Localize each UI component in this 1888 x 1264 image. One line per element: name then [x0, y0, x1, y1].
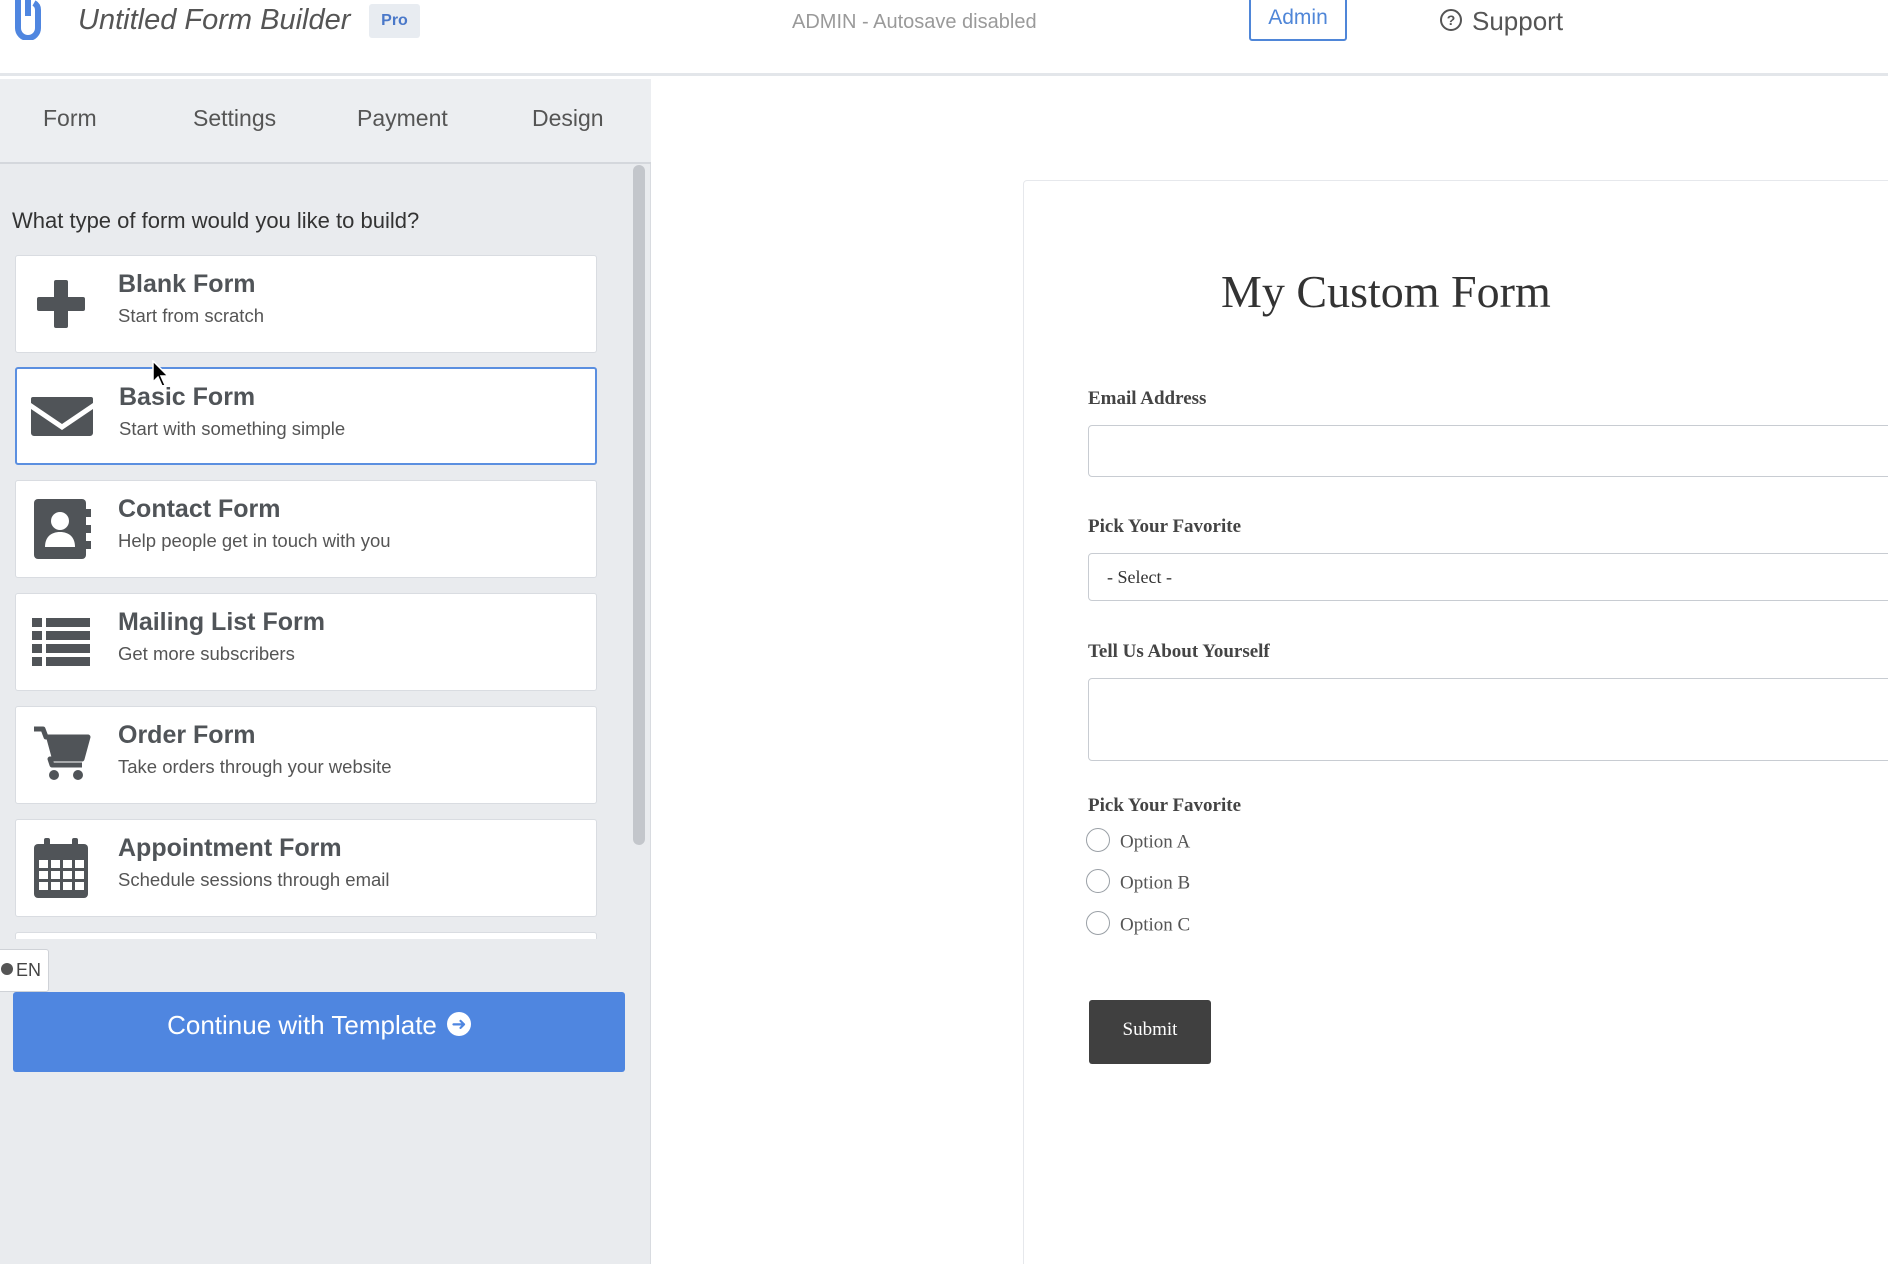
textarea-label: Tell Us About Yourself [1088, 641, 1270, 662]
template-list[interactable]: What type of form would you like to buil… [0, 166, 651, 939]
scrollbar-thumb[interactable] [633, 165, 645, 845]
left-panel: Form Settings Payment Design What type o… [0, 79, 651, 1264]
arrow-right-circle-icon: ➜ [446, 1012, 471, 1037]
template-card-contact[interactable]: Contact Form Help people get in touch wi… [15, 480, 597, 578]
mouse-cursor-icon [152, 360, 170, 387]
template-card-order[interactable]: Order Form Take orders through your webs… [15, 706, 597, 804]
preview-form-title: My Custom Form [1221, 266, 1551, 317]
template-card-blank[interactable]: Blank Form Start from scratch [15, 255, 597, 353]
tab-settings[interactable]: Settings [193, 105, 276, 132]
radio-option-label: Option C [1120, 914, 1191, 936]
template-title: Order Form [118, 721, 256, 749]
template-card-basic[interactable]: Basic Form Start with something simple [15, 367, 597, 465]
template-title: Basic Form [119, 383, 256, 411]
template-subtitle: Get more subscribers [118, 643, 295, 664]
form-preview: My Custom Form Email Address Pick Your F… [651, 79, 1888, 1264]
app-logo-icon[interactable] [12, 0, 42, 40]
language-selector[interactable]: EN [0, 949, 49, 992]
language-label: EN [16, 960, 42, 980]
select-label: Pick Your Favorite [1088, 516, 1242, 537]
email-field[interactable] [1088, 425, 1888, 477]
continue-with-template-button[interactable]: Continue with Template ➜ [13, 992, 625, 1072]
radio-option-label: Option B [1120, 872, 1191, 894]
template-title: Appointment Form [118, 834, 342, 862]
address-book-icon [34, 499, 91, 559]
calendar-icon [34, 838, 88, 898]
template-card-mailing-list[interactable]: Mailing List Form Get more subscribers [15, 593, 597, 691]
radio-option-b[interactable]: Option B [1086, 869, 1191, 896]
favorite-select[interactable]: - Select - [1088, 553, 1888, 601]
plus-icon [37, 280, 85, 328]
template-title: Mailing List Form [118, 608, 325, 636]
about-textarea[interactable] [1088, 678, 1888, 761]
tab-form[interactable]: Form [43, 105, 97, 132]
globe-icon [1, 963, 13, 976]
template-title: Blank Form [118, 270, 256, 298]
top-bar: Untitled Form Builder Pro ADMIN - Autosa… [0, 0, 1888, 76]
radio-option-c[interactable]: Option C [1086, 911, 1191, 938]
tab-bar: Form Settings Payment Design [0, 79, 651, 164]
template-title: Contact Form [118, 495, 281, 523]
support-label: Support [1472, 6, 1564, 36]
form-title-field[interactable]: Untitled Form Builder [78, 4, 350, 37]
tab-payment[interactable]: Payment [357, 105, 448, 132]
template-question: What type of form would you like to buil… [12, 208, 420, 233]
submit-button[interactable]: Submit [1089, 1000, 1211, 1064]
template-subtitle: Schedule sessions through email [118, 869, 390, 890]
radio-option-label: Option A [1120, 831, 1191, 853]
tab-design[interactable]: Design [532, 105, 604, 132]
continue-label: Continue with Template [167, 1010, 437, 1040]
admin-button[interactable]: Admin [1249, 0, 1347, 41]
radio-circle[interactable] [1086, 911, 1110, 935]
radio-option-a[interactable]: Option A [1086, 828, 1191, 855]
autosave-status: ADMIN - Autosave disabled [792, 11, 1037, 33]
support-link[interactable]: ? Support [1440, 6, 1563, 37]
radio-group-label: Pick Your Favorite [1088, 795, 1242, 816]
radio-circle[interactable] [1086, 869, 1110, 893]
help-icon: ? [1440, 9, 1462, 32]
template-card-next[interactable] [15, 932, 597, 939]
email-label: Email Address [1088, 388, 1207, 409]
template-subtitle: Take orders through your website [118, 756, 392, 777]
cart-icon [34, 726, 91, 780]
template-subtitle: Help people get in touch with you [118, 530, 391, 551]
radio-circle[interactable] [1086, 828, 1110, 852]
template-subtitle: Start with something simple [119, 418, 346, 439]
template-subtitle: Start from scratch [118, 305, 264, 326]
list-icon [32, 618, 90, 666]
template-card-appointment[interactable]: Appointment Form Schedule sessions throu… [15, 819, 597, 917]
pro-badge: Pro [369, 4, 420, 38]
envelope-icon [31, 397, 93, 436]
